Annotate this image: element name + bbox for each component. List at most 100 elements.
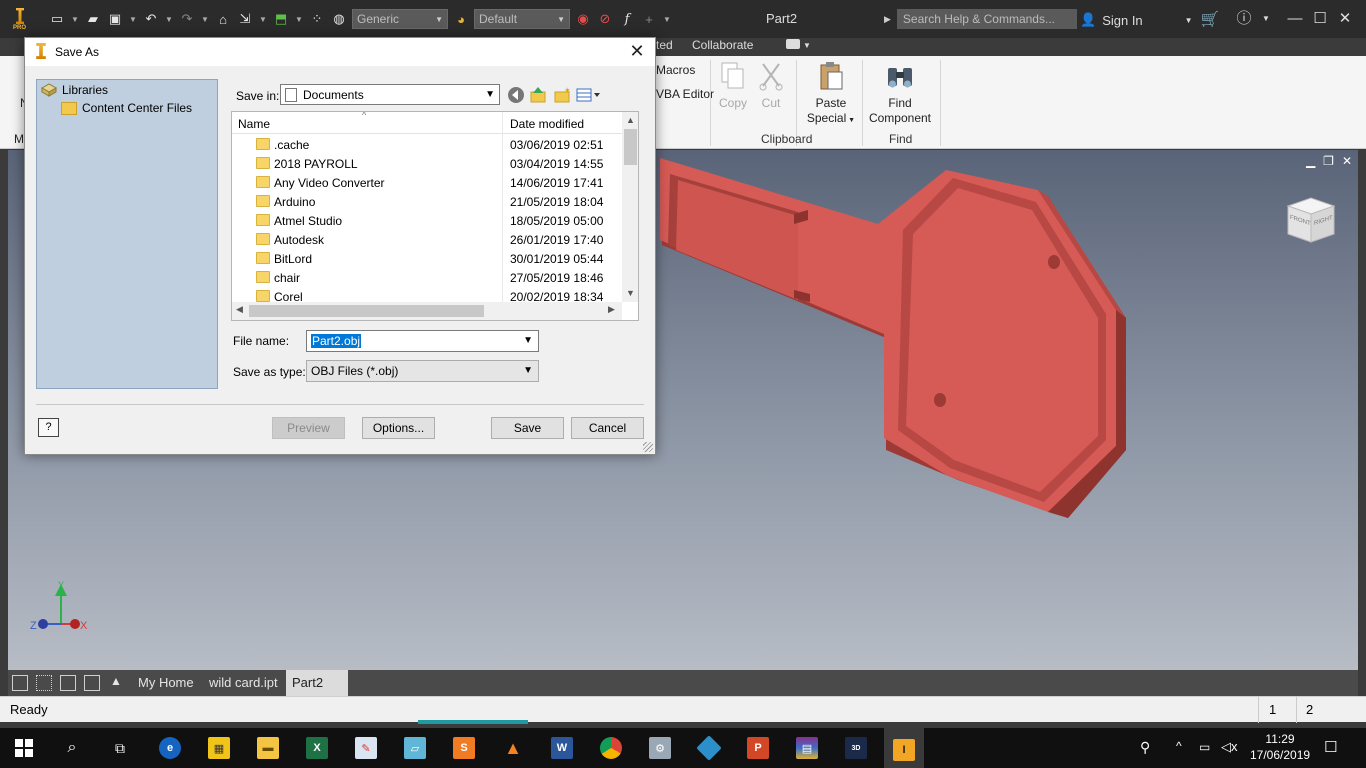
cancel-button[interactable]: Cancel (571, 417, 644, 439)
3dvia-icon[interactable]: 3D (842, 734, 870, 762)
minimize-icon[interactable]: — (1283, 8, 1307, 30)
file-row[interactable]: Autodesk 26/01/2019 17:40 (232, 230, 622, 249)
store-icon[interactable]: ▦ (205, 734, 233, 762)
tab-my-home[interactable]: My Home (132, 670, 200, 696)
tile-vertical-icon[interactable] (84, 675, 100, 691)
panel-toggle-icon[interactable] (786, 39, 800, 49)
tab-partial[interactable]: ted (656, 38, 673, 52)
word-icon[interactable]: W (548, 734, 576, 762)
appearance-combo[interactable]: Default ▼ (474, 9, 570, 29)
redo-icon[interactable]: ↷ (178, 10, 196, 28)
fx-parameters-icon[interactable]: f (618, 10, 636, 28)
sublime-icon[interactable]: S (450, 734, 478, 762)
clear-override-icon[interactable]: ⊘ (596, 10, 614, 28)
find-component-button[interactable]: Find Component (866, 60, 934, 126)
file-row[interactable]: 2018 PAYROLL 03/04/2019 14:55 (232, 154, 622, 173)
tab-part2[interactable]: Part2 ✕ (286, 670, 348, 716)
resize-grip[interactable] (643, 442, 653, 452)
customize-qat-icon[interactable]: ▼ (662, 10, 672, 28)
search-icon[interactable]: ⌕ (58, 734, 86, 762)
git-icon[interactable] (695, 734, 723, 762)
tab-collaborate[interactable]: Collaborate (692, 38, 753, 52)
copy-button[interactable]: Copy (716, 60, 750, 111)
save-in-combo[interactable]: Documents ▼ (280, 84, 500, 105)
vlc-icon[interactable]: ▲ (499, 734, 527, 762)
scroll-up-icon[interactable]: ▲ (626, 115, 635, 125)
return-dropdown-icon[interactable]: ▼ (258, 10, 268, 28)
options-button[interactable]: Options... (362, 417, 435, 439)
appearance-icon[interactable]: ◕ (452, 10, 470, 28)
tile-windows-icon[interactable] (36, 675, 52, 691)
chevron-right-icon[interactable]: ▶ (884, 14, 891, 25)
file-name-field[interactable]: Part2.obj ▼ (306, 330, 539, 352)
column-header-date[interactable]: Date modified (510, 117, 584, 131)
powerpoint-icon[interactable]: P (744, 734, 772, 762)
vertical-scroll-thumb[interactable] (624, 129, 637, 165)
file-row[interactable]: Any Video Converter 14/06/2019 17:41 (232, 173, 622, 192)
undo-icon[interactable]: ↶ (142, 10, 160, 28)
save-as-type-combo[interactable]: OBJ Files (*.obj) ▼ (306, 360, 539, 382)
close-icon[interactable]: ✕ (1333, 8, 1357, 30)
file-list[interactable]: ^ Name Date modified .cache 03/06/2019 02… (231, 111, 639, 321)
scroll-left-icon[interactable]: ◀ (236, 304, 243, 315)
task-view-icon[interactable]: ⧉ (106, 734, 134, 762)
chevron-down-icon[interactable]: ▼ (523, 335, 533, 346)
file-explorer-icon[interactable]: ▬ (254, 734, 282, 762)
tree-item-libraries[interactable]: Libraries (41, 83, 108, 97)
material-combo[interactable]: Generic ▼ (352, 9, 448, 29)
view-menu-icon[interactable] (576, 86, 602, 104)
scroll-right-icon[interactable]: ▶ (608, 304, 615, 315)
help-button[interactable]: ? (38, 418, 59, 437)
sign-in-button[interactable]: 👤 Sign In ▼ (1080, 12, 1193, 28)
vertical-scrollbar[interactable]: ▲ ▼ (622, 112, 638, 302)
dialog-title-bar[interactable]: Save As ✕ (25, 38, 655, 66)
chrome-icon[interactable] (597, 734, 625, 762)
chevron-down-icon[interactable]: ▼ (803, 41, 811, 50)
preview-button[interactable]: Preview (272, 417, 345, 439)
tree-item-content-center[interactable]: Content Center Files (61, 101, 192, 115)
start-button[interactable] (10, 734, 38, 762)
excel-icon[interactable]: X (303, 734, 331, 762)
help-dropdown-icon[interactable]: ▼ (1254, 8, 1278, 30)
file-row[interactable]: Atmel Studio 18/05/2019 05:00 (232, 211, 622, 230)
new-folder-icon[interactable]: ✶ (553, 86, 571, 104)
tab-wild-card[interactable]: wild card.ipt (203, 670, 284, 696)
file-row[interactable]: BitLord 30/01/2019 05:44 (232, 249, 622, 268)
volume-muted-icon[interactable]: ◁x (1221, 739, 1238, 755)
back-icon[interactable] (507, 86, 525, 104)
notifications-icon[interactable]: ☐ (1324, 738, 1337, 756)
redo-dropdown-icon[interactable]: ▼ (200, 10, 210, 28)
new-file-icon[interactable]: ▭ (48, 10, 66, 28)
cut-button[interactable]: Cut (754, 60, 788, 111)
dialog-close-button[interactable]: ✕ (627, 42, 647, 62)
horizontal-scroll-thumb[interactable] (249, 305, 484, 317)
macros-button[interactable]: Macros (656, 63, 695, 77)
update-dropdown-icon[interactable]: ▼ (294, 10, 304, 28)
open-folder-icon[interactable]: ▰ (84, 10, 102, 28)
search-help-input[interactable]: Search Help & Commands... (896, 9, 1077, 29)
undo-dropdown-icon[interactable]: ▼ (164, 10, 174, 28)
app-icon-blue[interactable]: ▱ (401, 734, 429, 762)
tray-expand-icon[interactable]: ^ (1176, 739, 1182, 753)
save-icon[interactable]: ▣ (106, 10, 124, 28)
plus-icon[interactable]: + (640, 10, 658, 28)
file-row[interactable]: Arduino 21/05/2019 18:04 (232, 192, 622, 211)
paint-icon[interactable]: ✎ (352, 734, 380, 762)
vba-editor-button[interactable]: VBA Editor (656, 87, 714, 101)
save-button[interactable]: Save (491, 417, 564, 439)
up-folder-icon[interactable] (529, 86, 547, 104)
cascade-windows-icon[interactable] (12, 675, 28, 691)
inventor-logo-icon[interactable]: PRO (10, 6, 30, 32)
people-icon[interactable]: ⚲ (1140, 739, 1150, 756)
return-icon[interactable]: ⇲ (236, 10, 254, 28)
update-icon[interactable]: ⬒ (272, 10, 290, 28)
select-icon[interactable]: ⁘ (308, 10, 326, 28)
save-dropdown-icon[interactable]: ▼ (128, 10, 138, 28)
inventor-taskbar-icon[interactable]: I (884, 728, 924, 768)
chevron-up-icon[interactable]: ▲ (110, 674, 122, 688)
winrar-icon[interactable]: ▤ (793, 734, 821, 762)
adjust-icon[interactable]: ◉ (574, 10, 592, 28)
edge-icon[interactable]: e (156, 734, 184, 762)
taskbar-clock[interactable]: 11:29 17/06/2019 (1250, 731, 1310, 763)
new-dropdown-icon[interactable]: ▼ (70, 10, 80, 28)
